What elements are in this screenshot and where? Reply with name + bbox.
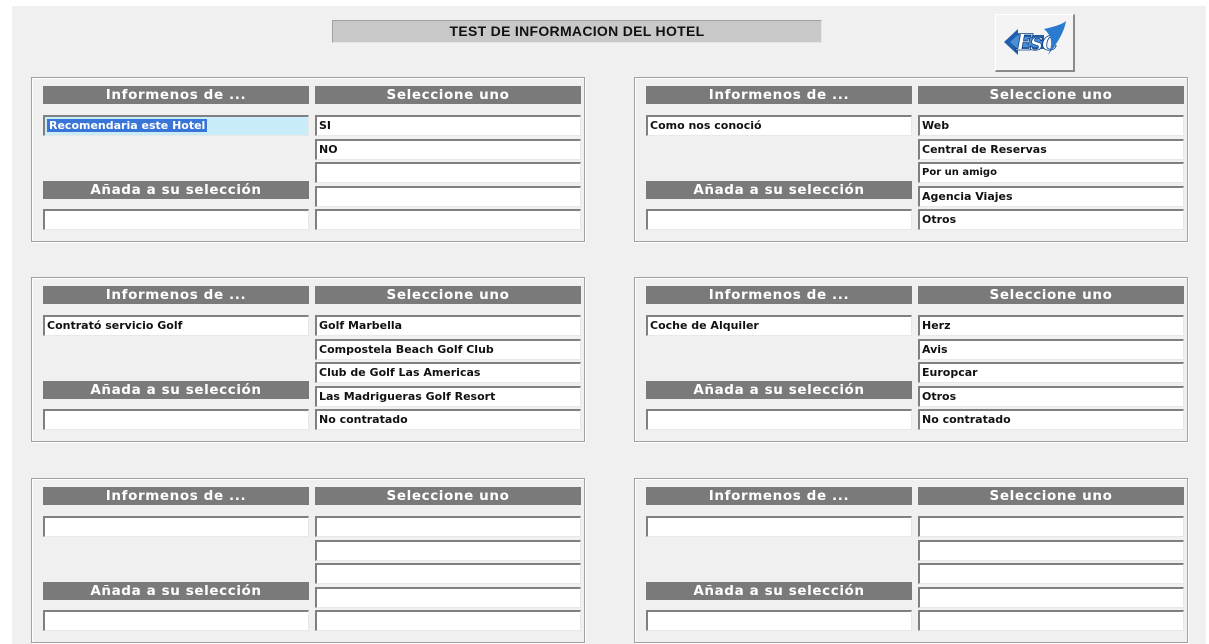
add-selection-input[interactable] — [646, 610, 912, 631]
question-panel: Informenos de ... Seleccione uno Añada a s… — [31, 277, 585, 442]
option-field[interactable] — [315, 586, 581, 608]
option-field[interactable]: Web — [918, 115, 1184, 136]
option-field[interactable] — [315, 185, 581, 207]
option-field[interactable]: Avis — [918, 338, 1184, 360]
form-title: TEST DE INFORMACION DEL HOTEL — [332, 20, 822, 43]
option-field[interactable]: Club de Golf Las Americas — [315, 362, 581, 383]
option-field[interactable] — [315, 516, 581, 537]
seleccione-header: Seleccione uno — [315, 86, 581, 104]
question-field[interactable] — [43, 516, 309, 537]
option-field[interactable] — [918, 563, 1184, 584]
seleccione-header: Seleccione uno — [918, 86, 1184, 104]
add-selection-input[interactable] — [43, 209, 309, 230]
anada-header: Añada a su selección — [43, 381, 309, 399]
option-field[interactable] — [918, 516, 1184, 537]
add-selection-input[interactable] — [43, 409, 309, 430]
seleccione-header: Seleccione uno — [315, 487, 581, 505]
question-panel: Informenos de ... Seleccione uno Añada a s… — [31, 77, 585, 242]
seleccione-header: Seleccione uno — [918, 286, 1184, 304]
question-panel: Informenos de ... Seleccione uno Añada a s… — [634, 277, 1188, 442]
esc-logo-icon[interactable]: E S C — [995, 14, 1075, 72]
option-field[interactable] — [315, 563, 581, 584]
option-field[interactable]: Central de Reservas — [918, 138, 1184, 160]
question-field[interactable]: Como nos conoció — [646, 115, 912, 136]
informenos-header: Informenos de ... — [43, 487, 309, 505]
question-field[interactable] — [646, 516, 912, 537]
option-field[interactable] — [315, 539, 581, 561]
question-field[interactable]: Recomendaria este Hotel — [43, 115, 309, 136]
option-field[interactable]: Otros — [918, 209, 1184, 230]
question-field[interactable]: Contrató servicio Golf — [43, 315, 309, 336]
option-field[interactable]: Otros — [918, 385, 1184, 407]
anada-header: Añada a su selección — [646, 582, 912, 600]
question-text: Recomendaria este Hotel — [47, 119, 208, 132]
option-field[interactable] — [918, 539, 1184, 561]
option-field[interactable]: Las Madrigueras Golf Resort — [315, 385, 581, 407]
informenos-header: Informenos de ... — [43, 286, 309, 304]
option-field[interactable]: Herz — [918, 315, 1184, 336]
option-field[interactable]: Por un amigo — [918, 162, 1184, 183]
add-selection-input[interactable] — [646, 209, 912, 230]
option-field[interactable]: No contratado — [918, 409, 1184, 430]
option-field[interactable] — [315, 610, 581, 631]
option-field[interactable] — [918, 586, 1184, 608]
question-panel: Informenos de ... Seleccione uno Añada a s… — [31, 478, 585, 643]
option-field[interactable]: Europcar — [918, 362, 1184, 383]
option-field[interactable]: No contratado — [315, 409, 581, 430]
add-selection-input[interactable] — [43, 610, 309, 631]
informenos-header: Informenos de ... — [646, 86, 912, 104]
option-field[interactable] — [315, 209, 581, 230]
add-selection-input[interactable] — [646, 409, 912, 430]
seleccione-header: Seleccione uno — [315, 286, 581, 304]
anada-header: Añada a su selección — [646, 381, 912, 399]
seleccione-header: Seleccione uno — [918, 487, 1184, 505]
informenos-header: Informenos de ... — [646, 487, 912, 505]
option-field[interactable] — [315, 162, 581, 183]
anada-header: Añada a su selección — [646, 181, 912, 199]
informenos-header: Informenos de ... — [646, 286, 912, 304]
option-field[interactable]: Golf Marbella — [315, 315, 581, 336]
option-field[interactable]: Compostela Beach Golf Club — [315, 338, 581, 360]
anada-header: Añada a su selección — [43, 181, 309, 199]
question-panel: Informenos de ... Seleccione uno Añada a s… — [634, 478, 1188, 643]
anada-header: Añada a su selección — [43, 582, 309, 600]
option-field[interactable] — [918, 610, 1184, 631]
esc-logo-graphic: E S C — [1004, 21, 1066, 56]
option-field[interactable]: Agencia Viajes — [918, 185, 1184, 207]
question-panel: Informenos de ... Seleccione uno Añada a s… — [634, 77, 1188, 242]
informenos-header: Informenos de ... — [43, 86, 309, 104]
option-field[interactable]: NO — [315, 138, 581, 160]
question-field[interactable]: Coche de Alquiler — [646, 315, 912, 336]
option-field[interactable]: SI — [315, 115, 581, 136]
